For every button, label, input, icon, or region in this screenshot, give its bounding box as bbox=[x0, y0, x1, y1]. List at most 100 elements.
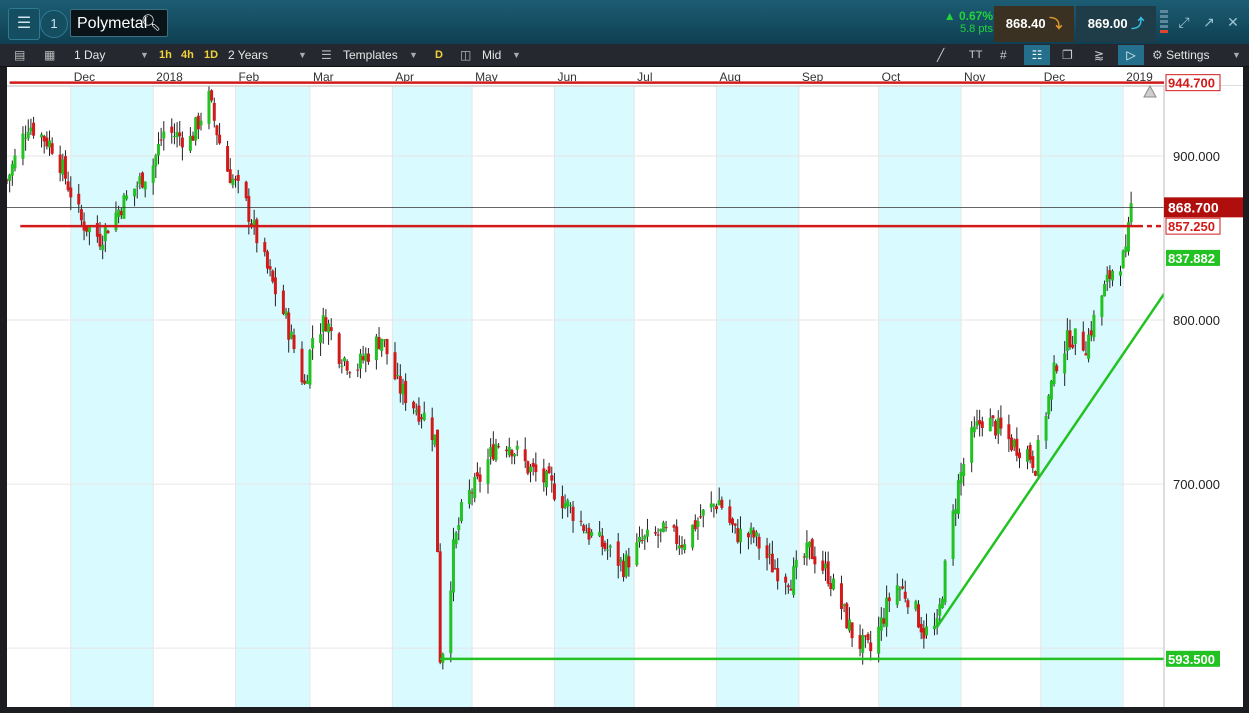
month-shade bbox=[554, 87, 635, 707]
candle-down bbox=[1081, 331, 1085, 351]
draw-line-icon[interactable]: ╱ bbox=[937, 47, 944, 63]
candle-down bbox=[600, 535, 604, 547]
candle-down bbox=[510, 450, 514, 457]
candle-up bbox=[1073, 328, 1077, 345]
candle-up bbox=[847, 619, 851, 631]
info-icon[interactable]: 1 bbox=[40, 10, 68, 38]
text-tool-icon[interactable]: TT bbox=[969, 47, 982, 63]
interval-select[interactable]: 1 Day bbox=[74, 47, 105, 63]
price-type-select[interactable]: Mid bbox=[482, 47, 501, 63]
candle-up bbox=[199, 120, 203, 126]
layout-icon[interactable]: ▤ bbox=[14, 47, 25, 63]
chart-canvas[interactable]: Dec 2018 Feb Mar Apr May Jun Jul Aug Sep Oct Nov Dec… bbox=[7, 67, 1243, 707]
chevron-down-icon[interactable]: ▼ bbox=[298, 47, 307, 63]
candle-up bbox=[943, 560, 947, 603]
candle-down bbox=[919, 623, 923, 633]
settings-button[interactable]: ⚙ Settings bbox=[1152, 47, 1209, 63]
d-badge[interactable]: D bbox=[435, 47, 443, 63]
candle-up bbox=[449, 590, 453, 654]
chevron-down-icon[interactable]: ▼ bbox=[140, 47, 149, 63]
close-icon[interactable]: ✕ bbox=[1223, 14, 1243, 31]
candle-down bbox=[292, 334, 296, 350]
candle-down bbox=[845, 603, 849, 629]
candle-down bbox=[470, 492, 474, 494]
indicator-icon[interactable]: ⪆ bbox=[1094, 47, 1104, 63]
interval-1d-button[interactable]: 1D bbox=[204, 47, 218, 63]
candle-up bbox=[311, 338, 315, 349]
candle-up bbox=[962, 463, 966, 476]
buy-price: 869.00 bbox=[1087, 16, 1128, 31]
candle-up bbox=[754, 532, 758, 537]
candle-up bbox=[1105, 274, 1109, 283]
candle-down bbox=[244, 181, 248, 199]
popout-icon[interactable]: ↗ bbox=[1199, 14, 1219, 31]
candle-down bbox=[664, 527, 668, 529]
candle-up bbox=[566, 500, 570, 507]
candlestick-icon[interactable]: ☷ bbox=[1024, 45, 1050, 65]
candle-up bbox=[768, 553, 772, 555]
candle-up bbox=[454, 532, 458, 545]
candle-up bbox=[489, 447, 493, 457]
candle-down bbox=[821, 560, 825, 571]
candle-up bbox=[156, 144, 160, 156]
price-type-icon: ◫ bbox=[460, 48, 472, 62]
candle-down bbox=[699, 516, 703, 518]
symbol-search-input[interactable]: Polymetal 🔍︎ bbox=[70, 9, 168, 37]
chevron-down-icon[interactable]: ▼ bbox=[1232, 47, 1241, 63]
candle-down bbox=[1031, 456, 1035, 469]
candle-down bbox=[653, 532, 657, 534]
y-tick-label: 800.000 bbox=[1173, 313, 1220, 328]
candle-up bbox=[459, 502, 463, 522]
range-select[interactable]: 2 Years bbox=[228, 47, 268, 63]
buy-price-button[interactable]: 869.00 ⤴ bbox=[1076, 6, 1156, 42]
label-tag-icon[interactable]: ▷ bbox=[1118, 45, 1144, 65]
candle-up bbox=[114, 212, 118, 231]
candle-up bbox=[568, 504, 572, 506]
grid-layout-icon[interactable]: ▦ bbox=[44, 47, 55, 63]
candle-up bbox=[1044, 416, 1048, 441]
top-bar: ☰ 1 Polymetal 🔍︎ ▲ 0.67% 5.8 pts 868.40 … bbox=[0, 0, 1249, 45]
interval-4h-button[interactable]: 4h bbox=[181, 47, 194, 63]
interval-1h-button[interactable]: 1h bbox=[159, 47, 172, 63]
candle-up bbox=[457, 524, 461, 531]
sell-price-button[interactable]: 868.40 ⤵ bbox=[994, 6, 1074, 42]
candle-up bbox=[1012, 439, 1016, 448]
candle-down bbox=[265, 251, 269, 269]
chevron-down-icon[interactable]: ▼ bbox=[409, 47, 418, 63]
y-tick-label: 900.000 bbox=[1173, 149, 1220, 164]
candle-down bbox=[887, 597, 891, 602]
templates-button[interactable]: Templates bbox=[343, 47, 398, 63]
candle-up bbox=[172, 136, 176, 138]
candle-up bbox=[24, 137, 28, 139]
search-icon[interactable]: 🔍︎ bbox=[141, 10, 161, 38]
candle-up bbox=[284, 311, 288, 316]
level-label-593: 593.500 bbox=[1168, 652, 1215, 667]
candle-down bbox=[255, 219, 259, 244]
hamburger-menu-icon[interactable]: ☰ bbox=[8, 8, 40, 40]
candle-down bbox=[436, 429, 440, 552]
candle-down bbox=[45, 137, 49, 147]
chevron-down-icon[interactable]: ▼ bbox=[512, 47, 521, 63]
trendline-label: 837.882 bbox=[1168, 251, 1215, 266]
candle-up bbox=[996, 418, 1000, 435]
grid-icon[interactable]: # bbox=[1000, 47, 1007, 63]
candle-down bbox=[1084, 353, 1088, 356]
candle-up bbox=[932, 625, 936, 630]
gear-icon: ⚙ bbox=[1152, 48, 1163, 62]
candle-down bbox=[552, 483, 556, 500]
candle-down bbox=[829, 582, 833, 590]
candle-up bbox=[396, 374, 400, 377]
candle-down bbox=[234, 178, 238, 180]
candle-up bbox=[194, 117, 198, 141]
candle-up bbox=[972, 426, 976, 433]
candle-up bbox=[529, 466, 533, 472]
y-tick-label: 700.000 bbox=[1173, 477, 1220, 492]
copy-icon[interactable]: ❐ bbox=[1062, 47, 1073, 63]
candle-down bbox=[810, 539, 814, 560]
candle-up bbox=[401, 383, 405, 395]
price-chart[interactable]: Dec 2018 Feb Mar Apr May Jun Jul Aug Sep Oct Nov Dec… bbox=[7, 67, 1243, 707]
candle-down bbox=[191, 135, 195, 141]
candle-down bbox=[746, 533, 750, 538]
expand-icon[interactable]: ⤢ bbox=[1174, 14, 1194, 31]
candle-down bbox=[863, 635, 867, 637]
